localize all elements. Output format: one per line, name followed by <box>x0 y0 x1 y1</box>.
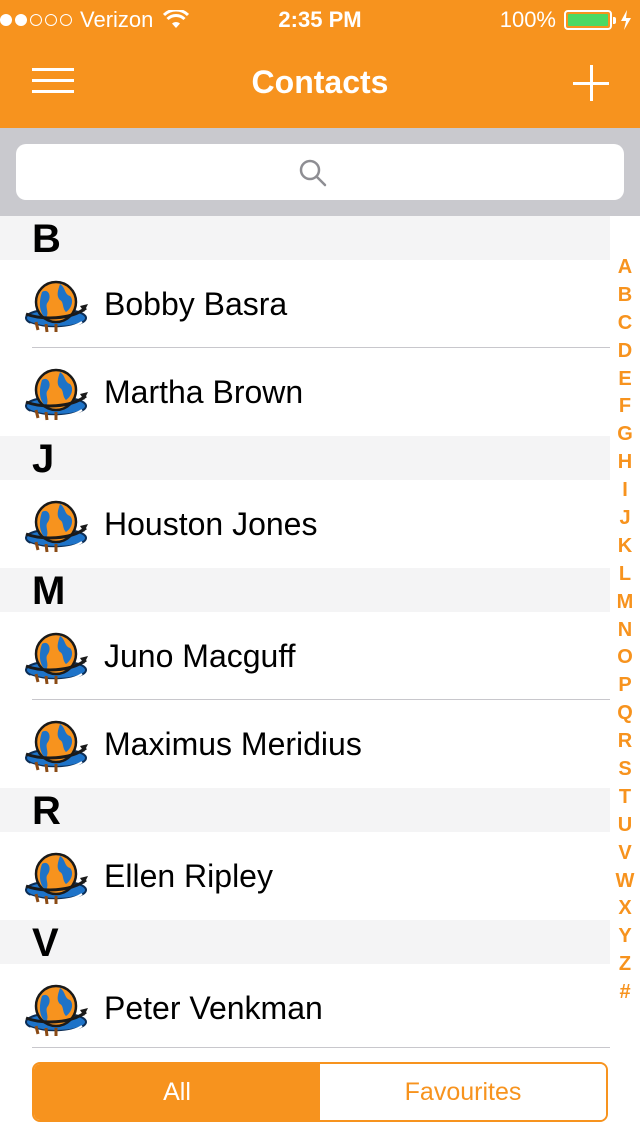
status-bar: Verizon 2:35 PM 100% <box>0 0 640 40</box>
search-icon <box>299 159 327 187</box>
contact-row[interactable]: Peter Venkman <box>0 964 610 1052</box>
battery-icon <box>564 10 616 30</box>
battery-percentage: 100% <box>499 7 556 32</box>
contact-name: Houston Jones <box>104 506 318 542</box>
globe-avatar-icon <box>24 280 90 334</box>
page-title: Contacts <box>251 64 389 100</box>
index-letter[interactable]: B <box>618 282 632 310</box>
index-letter[interactable]: Y <box>618 923 631 951</box>
segment-all[interactable]: All <box>34 1064 320 1120</box>
contact-row[interactable]: Ellen Ripley <box>0 832 610 920</box>
globe-avatar-icon <box>24 984 90 1038</box>
index-letter[interactable]: H <box>618 449 632 477</box>
contact-list: B Bobby Basra Martha Brown J Houston Jon… <box>0 216 610 1052</box>
section-header: V <box>0 920 610 965</box>
section-header: B <box>0 216 610 261</box>
index-letter[interactable]: U <box>618 812 632 840</box>
index-letter[interactable]: O <box>617 644 633 672</box>
section-header: J <box>0 436 610 481</box>
globe-avatar-icon <box>24 500 90 554</box>
index-letter[interactable]: S <box>618 756 631 784</box>
index-letter[interactable]: W <box>616 868 635 896</box>
index-letter[interactable]: # <box>619 979 630 1007</box>
index-letter[interactable]: G <box>617 421 633 449</box>
filter-segmented-control: All Favourites <box>32 1062 608 1122</box>
charging-icon <box>621 10 631 30</box>
top-bar: Verizon 2:35 PM 100% Contacts <box>0 0 640 128</box>
section-header: M <box>0 568 610 613</box>
contact-row[interactable]: Maximus Meridius <box>0 700 610 788</box>
index-letter[interactable]: E <box>618 366 631 394</box>
index-letter[interactable]: M <box>617 589 634 617</box>
globe-avatar-icon <box>24 852 90 906</box>
contact-name: Peter Venkman <box>104 990 323 1026</box>
index-letter[interactable]: N <box>618 617 632 645</box>
contact-name: Maximus Meridius <box>104 726 362 762</box>
contact-name: Ellen Ripley <box>104 858 273 894</box>
segment-favourites[interactable]: Favourites <box>320 1064 606 1120</box>
navigation-bar: Contacts <box>0 40 640 128</box>
contact-row[interactable]: Bobby Basra <box>0 260 610 348</box>
index-letter[interactable]: T <box>619 784 631 812</box>
search-bar <box>0 128 640 216</box>
index-letter[interactable]: P <box>618 672 631 700</box>
globe-avatar-icon <box>24 720 90 774</box>
index-letter[interactable]: Q <box>617 700 633 728</box>
contact-name: Bobby Basra <box>104 286 288 322</box>
index-letter[interactable]: D <box>618 338 632 366</box>
section-index[interactable]: A B C D E F G H I J K L M N O P Q R S T … <box>610 254 640 1007</box>
index-letter[interactable]: K <box>618 533 632 561</box>
index-letter[interactable]: L <box>619 561 631 589</box>
index-letter[interactable]: A <box>618 254 632 282</box>
index-letter[interactable]: X <box>618 895 631 923</box>
contact-row[interactable]: Martha Brown <box>0 348 610 436</box>
contact-row[interactable]: Juno Macguff <box>0 612 610 700</box>
index-letter[interactable]: I <box>622 477 628 505</box>
contact-name: Martha Brown <box>104 374 304 410</box>
globe-avatar-icon <box>24 632 90 686</box>
index-letter[interactable]: J <box>619 505 630 533</box>
add-contact-button[interactable] <box>566 58 616 108</box>
contact-name: Juno Macguff <box>104 638 296 674</box>
index-letter[interactable]: F <box>619 393 631 421</box>
index-letter[interactable]: C <box>618 310 632 338</box>
index-letter[interactable]: R <box>618 728 632 756</box>
globe-avatar-icon <box>24 368 90 422</box>
section-header: R <box>0 788 610 833</box>
divider <box>32 1047 610 1048</box>
contact-row[interactable]: Houston Jones <box>0 480 610 568</box>
index-letter[interactable]: V <box>618 840 631 868</box>
index-letter[interactable]: Z <box>619 951 631 979</box>
